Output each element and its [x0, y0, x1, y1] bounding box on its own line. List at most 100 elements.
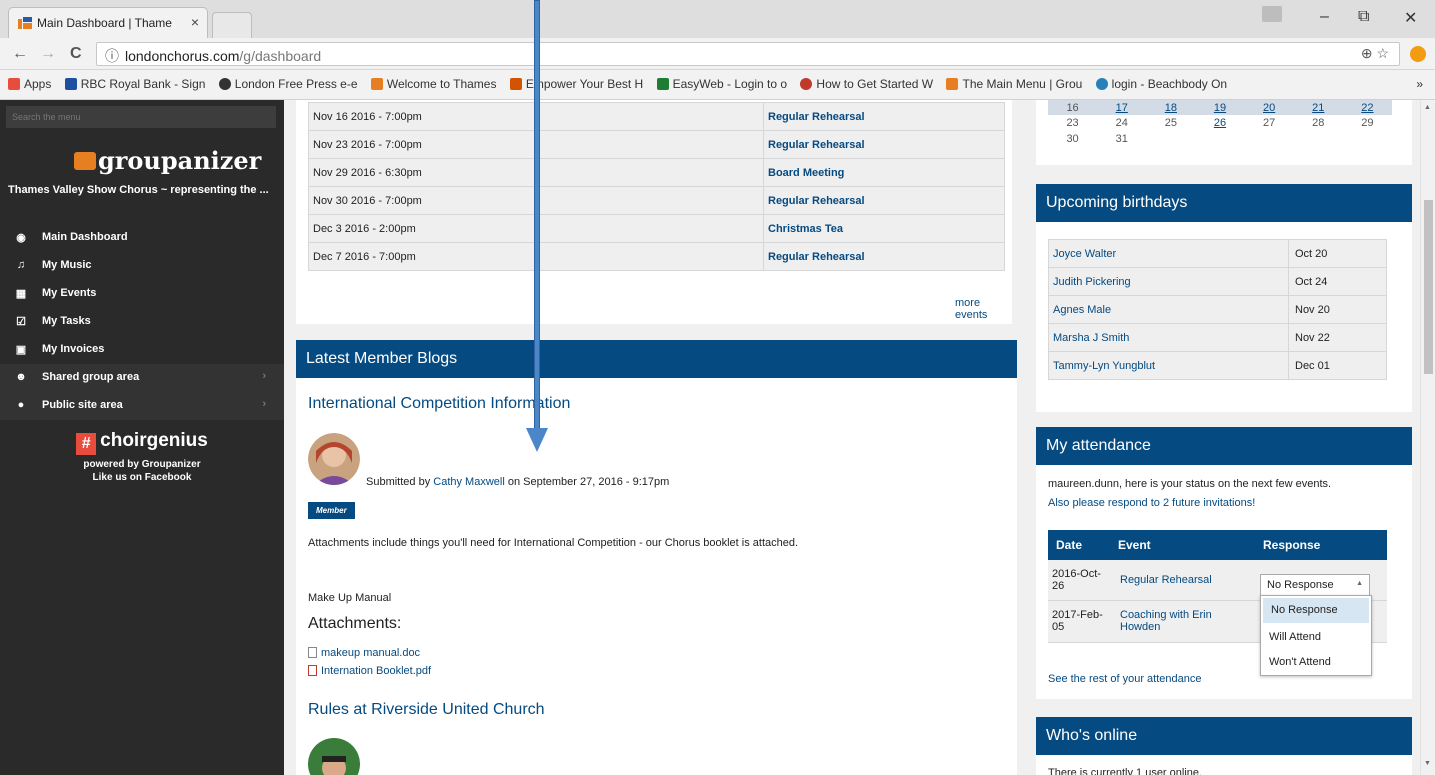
author-avatar[interactable] [308, 738, 360, 775]
more-events-link[interactable]: more events [955, 297, 1012, 321]
attachment-item[interactable]: makeup manual.doc [308, 645, 420, 659]
attendance-event-link[interactable]: Coaching with Erin Howden [1110, 600, 1255, 643]
birthday-name[interactable]: Agnes Male [1048, 295, 1289, 324]
new-tab-button[interactable] [212, 12, 252, 38]
window-close-icon[interactable]: ✕ [1404, 8, 1417, 28]
groupanizer-logo[interactable]: groupanizer [74, 146, 261, 175]
extension-icon[interactable] [1410, 46, 1426, 62]
blog-body: Attachments include things you'll need f… [308, 537, 799, 549]
wp-icon [800, 78, 813, 90]
calendar-day-event[interactable]: 17 [1097, 100, 1146, 115]
calendar-day[interactable]: 16 [1048, 100, 1097, 115]
zoom-icon[interactable]: ⊕ [1361, 45, 1373, 61]
calendar-day-event[interactable]: 20 [1245, 100, 1294, 115]
event-link[interactable]: Regular Rehearsal [763, 242, 1005, 271]
calendar-card: 16 17 18 19 20 21 22 23 24 25 26 27 28 2… [1036, 100, 1412, 165]
bookmark-easyweb[interactable]: EasyWeb - Login to o [656, 77, 787, 91]
option-no-response[interactable]: No Response [1263, 598, 1369, 623]
birthdays-title: Upcoming birthdays [1036, 184, 1412, 222]
info-icon[interactable]: ⓘ [105, 48, 119, 64]
calendar-day[interactable]: 25 [1146, 115, 1195, 131]
scrollbar-thumb[interactable] [1424, 200, 1433, 374]
calendar-day[interactable]: 28 [1294, 115, 1343, 131]
forward-icon[interactable]: → [40, 45, 56, 63]
option-wont-attend[interactable]: Won't Attend [1261, 650, 1371, 675]
calendar-day[interactable]: 27 [1245, 115, 1294, 131]
sidebar-item-my-events[interactable]: ▦ My Events [0, 280, 284, 308]
response-dropdown: No Response Will Attend Won't Attend [1260, 595, 1372, 676]
bookmark-star-icon[interactable]: ☆ [1376, 45, 1389, 61]
see-rest-attendance-link[interactable]: See the rest of your attendance [1048, 673, 1202, 685]
birthdays-card: Upcoming birthdays Joyce Walter Oct 20 Ju… [1036, 184, 1412, 412]
address-bar[interactable]: ⓘ londonchorus.com/g/dashboard ⊕ ☆ [96, 42, 1400, 66]
option-will-attend[interactable]: Will Attend [1261, 625, 1371, 650]
blog-post-title[interactable]: Rules at Riverside United Church [308, 701, 545, 719]
calendar-day-event[interactable]: 22 [1343, 100, 1392, 115]
profile-icon[interactable] [1262, 6, 1282, 22]
back-icon[interactable]: ← [12, 45, 28, 63]
bookmark-howto[interactable]: How to Get Started W [800, 77, 933, 91]
table-row: Nov 30 2016 - 7:00pm Regular Rehearsal [308, 186, 1005, 215]
minimize-icon[interactable]: – [1320, 8, 1329, 26]
tab-main-dashboard[interactable]: Main Dashboard | Thame × [8, 7, 208, 38]
bookmarks-more-icon[interactable]: » [1416, 77, 1423, 91]
attachment-item[interactable]: Internation Booklet.pdf [308, 663, 431, 677]
browser-tabstrip: Main Dashboard | Thame × – ⧉ ✕ [0, 0, 1435, 38]
birthday-name[interactable]: Judith Pickering [1048, 267, 1289, 296]
calendar-day-event[interactable]: 19 [1195, 100, 1244, 115]
scroll-down-icon[interactable]: ▼ [1424, 760, 1431, 767]
birthday-name[interactable]: Marsha J Smith [1048, 323, 1289, 352]
birthday-name[interactable]: Joyce Walter [1048, 239, 1289, 268]
event-link[interactable]: Christmas Tea [763, 214, 1005, 243]
bookmark-beachbody[interactable]: login - Beachbody On [1095, 77, 1227, 91]
calendar-day[interactable]: 24 [1097, 115, 1146, 131]
event-link[interactable]: Regular Rehearsal [763, 186, 1005, 215]
blog-post-title[interactable]: International Competition Information [308, 395, 570, 413]
calendar-day[interactable]: 23 [1048, 115, 1097, 131]
attendance-event-link[interactable]: Regular Rehearsal [1110, 560, 1255, 601]
author-avatar[interactable] [308, 433, 360, 485]
sidebar-item-my-tasks[interactable]: ☑ My Tasks [0, 308, 284, 336]
restore-icon[interactable]: ⧉ [1358, 8, 1369, 26]
response-select[interactable]: No Response ▲ [1260, 574, 1370, 596]
bookmark-rbc[interactable]: RBC Royal Bank - Sign [64, 77, 205, 91]
facebook-link[interactable]: Like us on Facebook [0, 472, 284, 483]
scroll-up-icon[interactable]: ▲ [1424, 104, 1431, 111]
choirgenius-logo[interactable]: # choirgenius [0, 430, 284, 455]
calendar-grid: 16 17 18 19 20 21 22 23 24 25 26 27 28 2… [1048, 100, 1392, 147]
bookmark-mainmenu[interactable]: The Main Menu | Grou [946, 77, 1082, 91]
upcoming-events-card: Nov 16 2016 - 7:00pm Regular Rehearsal No… [296, 100, 1012, 324]
bookmark-empower[interactable]: Empower Your Best H [509, 77, 643, 91]
calendar-day-event[interactable]: 26 [1195, 115, 1244, 131]
url-path: /g/dashboard [239, 48, 322, 64]
calendar-day-event[interactable]: 18 [1146, 100, 1195, 115]
tab-close-icon[interactable]: × [191, 14, 199, 30]
sidebar-item-public-site-area[interactable]: ● Public site area › [0, 392, 284, 420]
bookmark-apps[interactable]: Apps [8, 77, 51, 91]
event-link[interactable]: Regular Rehearsal [763, 130, 1005, 159]
calendar-day[interactable]: 30 [1048, 131, 1097, 147]
table-row: Marsha J Smith Nov 22 [1048, 323, 1387, 352]
sidebar-item-shared-group-area[interactable]: ☻ Shared group area › [0, 364, 284, 392]
sidebar-item-main-dashboard[interactable]: ◉ Main Dashboard [0, 224, 284, 252]
event-link[interactable]: Regular Rehearsal [763, 102, 1005, 131]
submitted-line: Submitted by Cathy Maxwell on September … [366, 476, 670, 488]
search-menu-input[interactable] [6, 106, 276, 128]
calendar-day[interactable]: 29 [1343, 115, 1392, 131]
reload-icon[interactable]: C [70, 45, 82, 63]
table-row: Joyce Walter Oct 20 [1048, 239, 1387, 268]
sidebar: groupanizer Thames Valley Show Chorus ~ … [0, 100, 284, 775]
sidebar-item-my-invoices[interactable]: ▣ My Invoices [0, 336, 284, 364]
table-row: Nov 29 2016 - 6:30pm Board Meeting [308, 158, 1005, 187]
author-link[interactable]: Cathy Maxwell [433, 476, 505, 488]
bookmark-lfpress[interactable]: London Free Press e-e [218, 77, 358, 91]
birthday-name[interactable]: Tammy-Lyn Yungblut [1048, 351, 1289, 380]
bookmark-thames[interactable]: Welcome to Thames [370, 77, 496, 91]
respond-invitations-link[interactable]: Also please respond to 2 future invitati… [1048, 497, 1255, 509]
calendar-day-event[interactable]: 21 [1294, 100, 1343, 115]
event-link[interactable]: Board Meeting [763, 158, 1005, 187]
page-scrollbar[interactable]: ▲ ▼ [1420, 100, 1435, 775]
calendar-day[interactable]: 31 [1097, 131, 1146, 147]
site-name[interactable]: Thames Valley Show Chorus ~ representing… [8, 184, 278, 196]
sidebar-item-my-music[interactable]: ♫ My Music [0, 252, 284, 280]
